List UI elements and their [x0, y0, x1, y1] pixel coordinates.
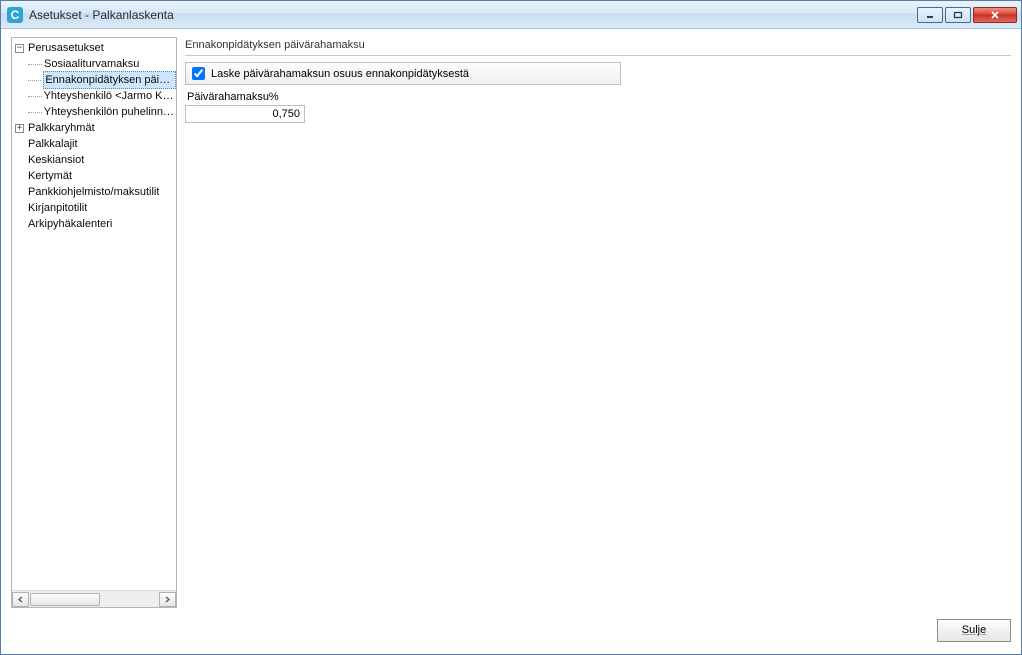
tree-branch-line — [28, 112, 42, 113]
minimize-icon — [925, 11, 935, 19]
tree-panel: −PerusasetuksetSosiaaliturvamaksuEnnakon… — [11, 37, 177, 608]
tree-item[interactable]: Arkipyhäkalenteri — [12, 216, 176, 232]
tree-horizontal-scrollbar[interactable] — [12, 590, 176, 607]
panel-heading: Ennakonpidätyksen päivärahamaksu — [185, 37, 1011, 56]
checkbox-group: Laske päivärahamaksun osuus ennakonpidät… — [185, 62, 621, 85]
window-buttons — [917, 7, 1017, 23]
field-label: Päivärahamaksu% — [187, 91, 279, 103]
tree-item[interactable]: Ennakonpidätyksen päivära — [12, 72, 176, 88]
app-icon: C — [7, 7, 23, 23]
content-row: −PerusasetuksetSosiaaliturvamaksuEnnakon… — [11, 37, 1011, 608]
close-button[interactable] — [973, 7, 1017, 23]
tree-item[interactable]: Kertymät — [12, 168, 176, 184]
maximize-button[interactable] — [945, 7, 971, 23]
tree-item[interactable]: Sosiaaliturvamaksu — [12, 56, 176, 72]
tree-item-label: Ennakonpidätyksen päivära — [43, 71, 176, 89]
checkbox-label: Laske päivärahamaksun osuus ennakonpidät… — [211, 68, 469, 80]
minimize-button[interactable] — [917, 7, 943, 23]
tree-item-label: Pankkiohjelmisto/maksutilit — [28, 184, 159, 200]
close-dialog-button[interactable]: Sulje — [937, 619, 1011, 642]
tree-item-label: Arkipyhäkalenteri — [28, 216, 112, 232]
tree-item[interactable]: −Perusasetukset — [12, 40, 176, 56]
field-row: Päivärahamaksu% — [185, 89, 1011, 123]
scroll-left-button[interactable] — [12, 592, 29, 607]
tree-item-label: Kirjanpitotilit — [28, 200, 87, 216]
tree-item[interactable]: Yhteyshenkilön puhelinnum — [12, 104, 176, 120]
collapse-icon[interactable]: − — [15, 44, 24, 53]
window-title: Asetukset - Palkanlaskenta — [29, 8, 174, 22]
tree-branch-line — [28, 80, 41, 81]
tree-item-label: Perusasetukset — [28, 40, 104, 56]
tree-item-label: Kertymät — [28, 168, 72, 184]
tree-item[interactable]: Keskiansiot — [12, 152, 176, 168]
tree-item-label: Palkkalajit — [28, 136, 78, 152]
window-root: C Asetukset - Palkanlaskenta — [0, 0, 1022, 655]
dailyallowance-percent-input[interactable] — [185, 105, 305, 123]
tree-branch-line — [28, 64, 42, 65]
expand-icon[interactable]: + — [15, 124, 24, 133]
main-panel: Ennakonpidätyksen päivärahamaksu Laske p… — [185, 37, 1011, 608]
tree-item-label: Yhteyshenkilö <Jarmo Kähk — [44, 88, 176, 104]
client-area: −PerusasetuksetSosiaaliturvamaksuEnnakon… — [1, 29, 1021, 654]
titlebar: C Asetukset - Palkanlaskenta — [1, 1, 1021, 29]
scroll-thumb[interactable] — [30, 593, 100, 606]
tree-branch-line — [28, 96, 42, 97]
tree-item[interactable]: Kirjanpitotilit — [12, 200, 176, 216]
tree-item-label: Palkkaryhmät — [28, 120, 95, 136]
tree-item-label: Keskiansiot — [28, 152, 84, 168]
chevron-left-icon — [17, 596, 24, 603]
chevron-right-icon — [164, 596, 171, 603]
tree-item[interactable]: Palkkalajit — [12, 136, 176, 152]
scroll-right-button[interactable] — [159, 592, 176, 607]
tree-item-label: Yhteyshenkilön puhelinnum — [44, 104, 176, 120]
settings-tree[interactable]: −PerusasetuksetSosiaaliturvamaksuEnnakon… — [12, 38, 176, 590]
calc-dailyallowance-checkbox[interactable] — [192, 67, 205, 80]
footer: Sulje — [11, 608, 1011, 644]
maximize-icon — [953, 11, 963, 19]
tree-item[interactable]: Yhteyshenkilö <Jarmo Kähk — [12, 88, 176, 104]
scroll-track[interactable] — [29, 592, 159, 607]
tree-item[interactable]: Pankkiohjelmisto/maksutilit — [12, 184, 176, 200]
tree-item[interactable]: + Palkkaryhmät — [12, 120, 176, 136]
close-icon — [989, 10, 1001, 20]
tree-item-label: Sosiaaliturvamaksu — [44, 56, 139, 72]
